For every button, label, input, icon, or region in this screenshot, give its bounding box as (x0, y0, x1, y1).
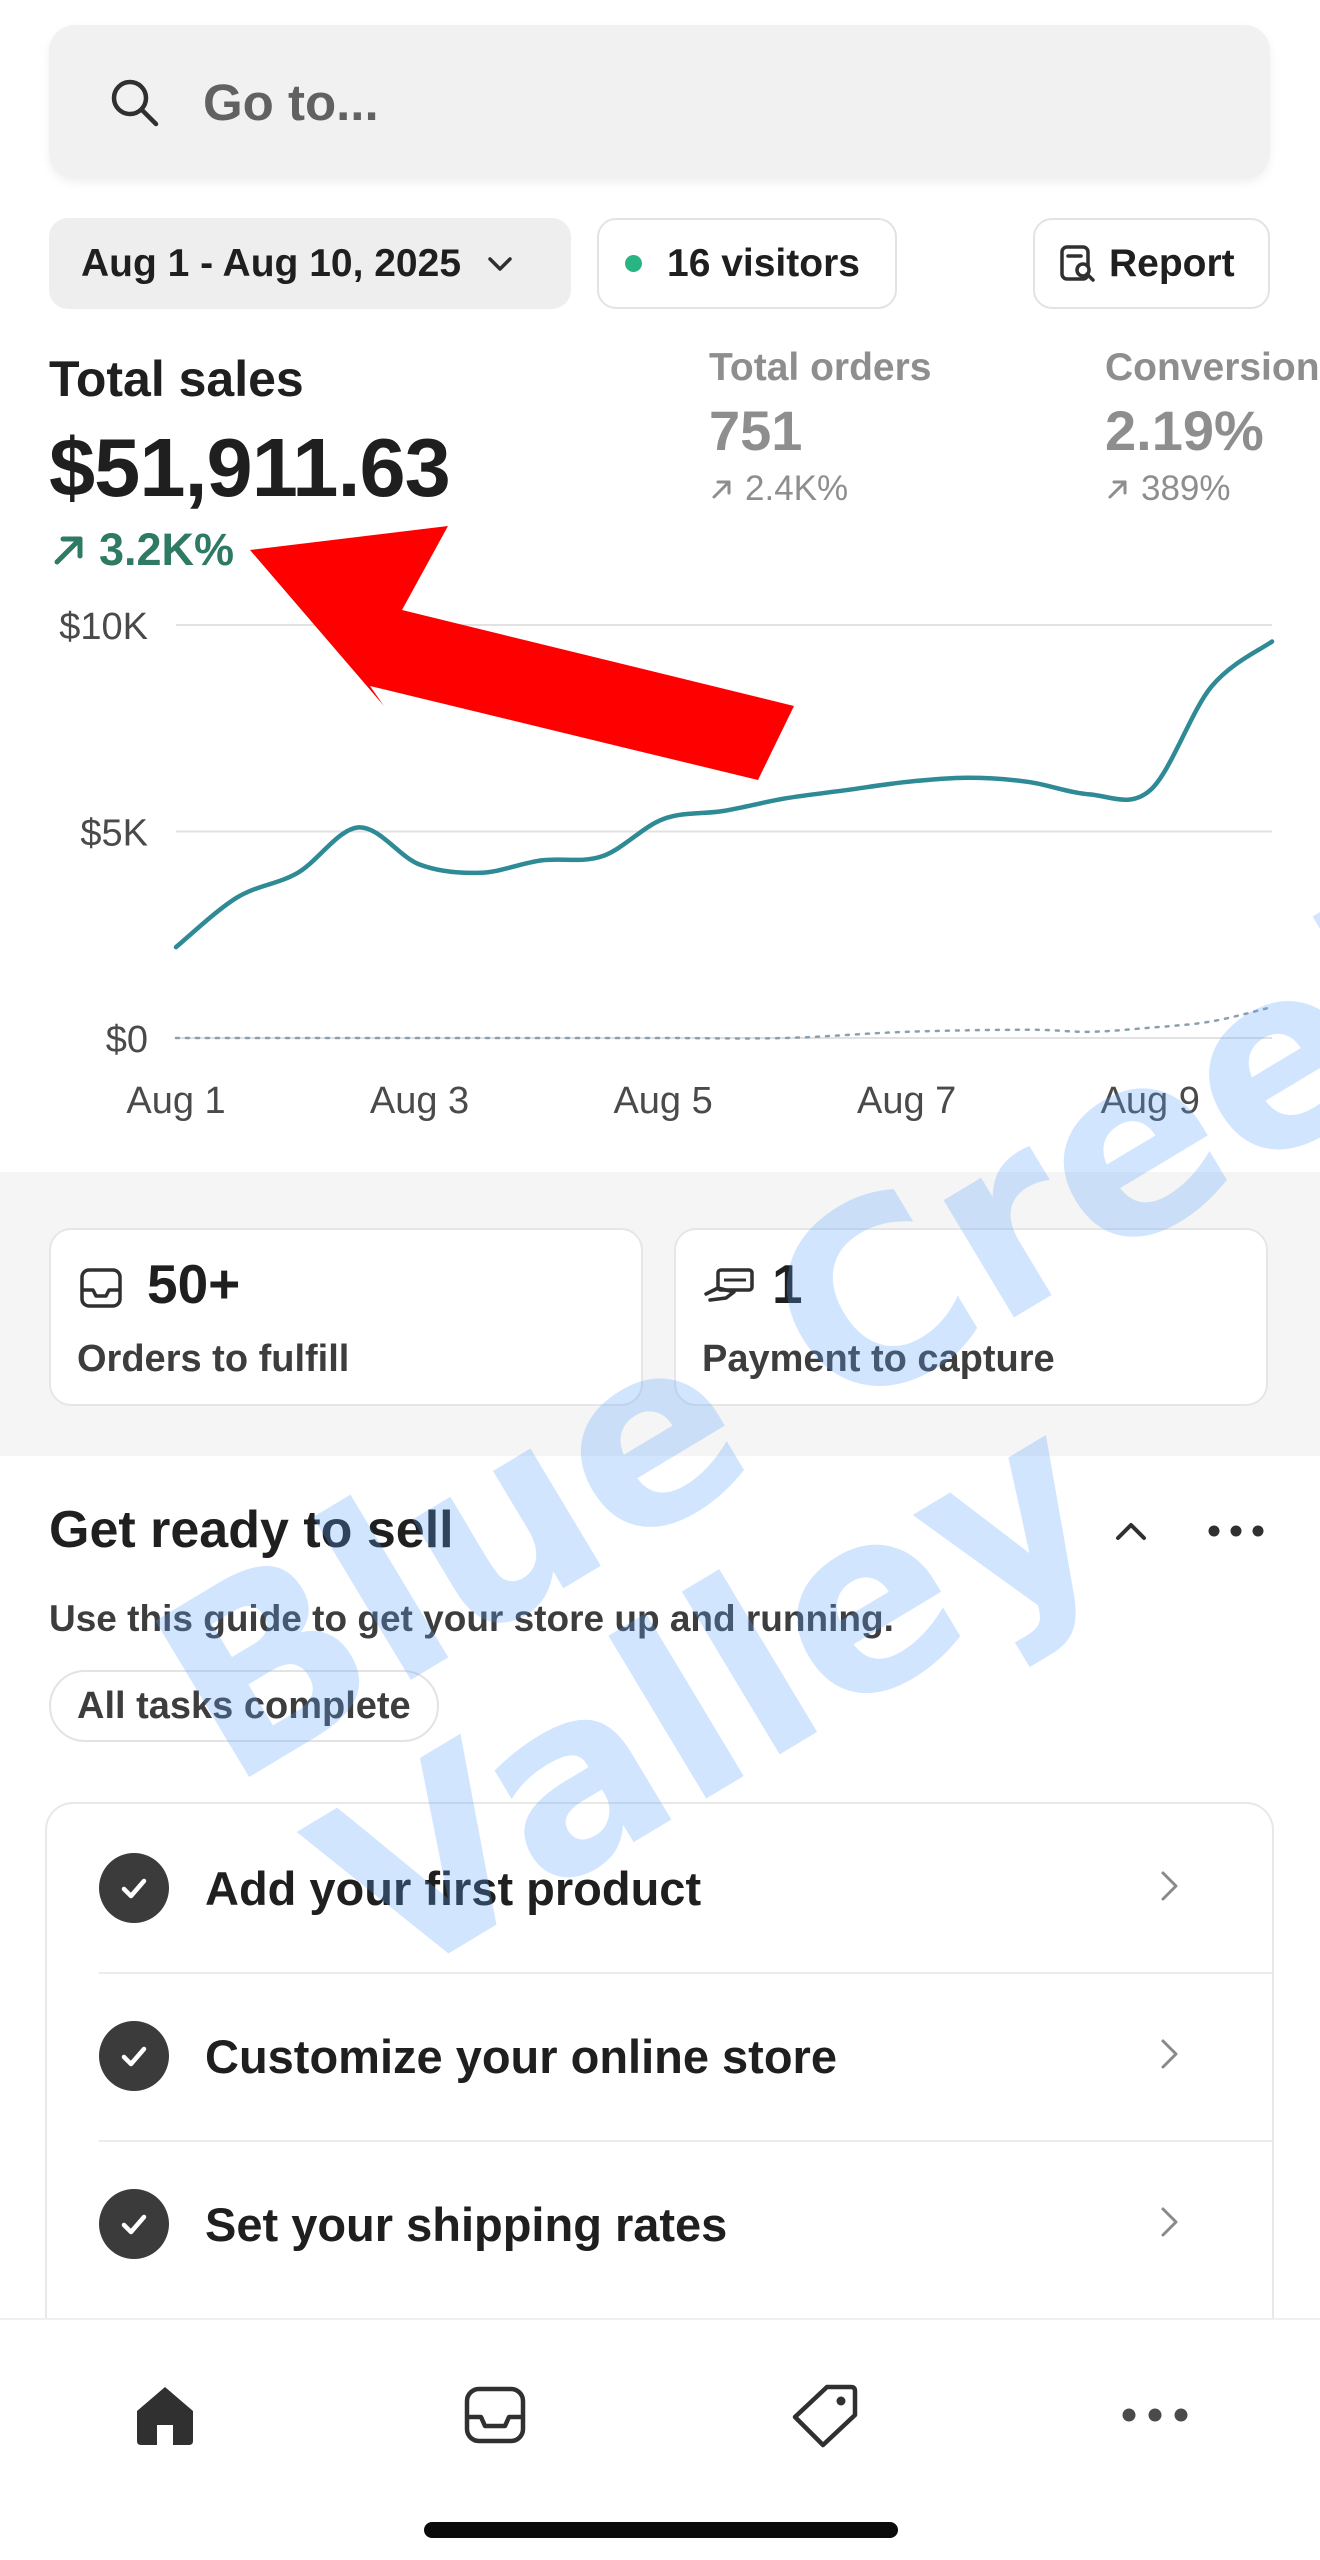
trend-up-icon (1108, 480, 1127, 499)
nav-more[interactable] (1110, 2370, 1200, 2460)
conversion-label: Conversion (1105, 346, 1320, 389)
search-bar[interactable]: Go to... (49, 25, 1270, 179)
task-shipping-rates[interactable]: Set your shipping rates (47, 2140, 1272, 2308)
home-indicator (424, 2522, 898, 2538)
conversion-change-value: 389% (1141, 469, 1231, 508)
products-tag-icon (792, 2384, 858, 2448)
total-orders-value: 751 (709, 399, 803, 462)
total-orders-change: 2.4K% (709, 469, 931, 509)
search-icon (106, 74, 162, 130)
more-dots-icon (1208, 1525, 1264, 1537)
collapse-button[interactable] (1105, 1505, 1157, 1557)
y-tick-label: $0 (106, 1019, 148, 1061)
total-sales-value: $51,911.63 (49, 421, 451, 514)
y-tick-label: $10K (59, 606, 148, 648)
payment-to-capture-card[interactable]: 1 Payment to capture (674, 1228, 1268, 1406)
hand-cash-icon (702, 1264, 758, 1317)
orders-icon (464, 2386, 526, 2444)
chevron-right-icon (1154, 2033, 1184, 2080)
guide-title: Get ready to sell (49, 1501, 454, 1559)
nav-home[interactable] (120, 2370, 210, 2460)
checkmark-icon (99, 1853, 169, 1923)
visitors-label: 16 visitors (667, 241, 860, 285)
conversion-metric[interactable]: Conversion 2.19% 389% (1105, 346, 1320, 509)
conversion-change: 389% (1105, 469, 1320, 509)
more-icon (1122, 2408, 1188, 2422)
date-range-picker[interactable]: Aug 1 - Aug 10, 2025 (49, 218, 571, 309)
x-tick-label: Aug 1 (126, 1080, 225, 1122)
home-icon (137, 2387, 193, 2445)
chevron-down-icon (483, 247, 517, 281)
total-orders-metric[interactable]: Total orders 751 2.4K% (709, 346, 931, 509)
chevron-right-icon (1154, 1865, 1184, 1912)
payment-to-capture-label: Payment to capture (702, 1338, 1055, 1380)
task-customize-store[interactable]: Customize your online store (47, 1972, 1272, 2140)
orders-to-fulfill-label: Orders to fulfill (77, 1338, 350, 1380)
inbox-icon (77, 1264, 125, 1317)
chevron-right-icon (1154, 2201, 1184, 2248)
x-tick-label: Aug 9 (1101, 1080, 1200, 1122)
total-orders-change-value: 2.4K% (745, 469, 849, 508)
annotation-arrow (250, 526, 794, 780)
checkmark-icon (99, 2189, 169, 2259)
checkmark-icon (99, 2021, 169, 2091)
task-label: Add your first product (205, 1861, 702, 1915)
total-sales-change-value: 3.2K% (99, 524, 235, 575)
x-tick-label: Aug 5 (613, 1080, 712, 1122)
live-status-dot (625, 255, 642, 272)
x-tick-label: Aug 3 (370, 1080, 469, 1122)
y-tick-label: $5K (80, 813, 148, 855)
orders-to-fulfill-count: 50+ (147, 1253, 241, 1315)
chevron-up-icon (1116, 1523, 1146, 1540)
conversion-value: 2.19% (1105, 399, 1264, 462)
comparison-series-line (174, 1005, 1274, 1040)
total-orders-label: Total orders (709, 346, 932, 389)
date-range-label: Aug 1 - Aug 10, 2025 (81, 241, 462, 285)
report-icon (1057, 243, 1099, 285)
trend-up-icon (712, 480, 731, 499)
search-placeholder: Go to... (203, 73, 379, 131)
task-label: Set your shipping rates (205, 2197, 728, 2251)
report-button[interactable]: Report (1033, 218, 1270, 309)
x-tick-label: Aug 7 (857, 1080, 956, 1122)
payment-to-capture-count: 1 (772, 1253, 803, 1315)
guide-more-button[interactable] (1204, 1505, 1268, 1557)
trend-up-icon (54, 536, 83, 565)
task-add-product[interactable]: Add your first product (47, 1804, 1272, 1972)
guide-subtitle: Use this guide to get your store up and … (49, 1598, 894, 1639)
live-visitors-button[interactable]: 16 visitors (597, 218, 897, 309)
orders-to-fulfill-card[interactable]: 50+ Orders to fulfill (49, 1228, 643, 1406)
total-sales-label: Total sales (49, 351, 304, 407)
total-sales-change: 3.2K% (49, 524, 234, 576)
tasks-complete-badge: All tasks complete (49, 1670, 439, 1742)
report-label: Report (1109, 241, 1235, 285)
nav-orders[interactable] (450, 2370, 540, 2460)
task-label: Customize your online store (205, 2029, 837, 2083)
nav-products[interactable] (780, 2370, 870, 2460)
setup-task-list: Add your first product Customize your on… (45, 1802, 1274, 2362)
